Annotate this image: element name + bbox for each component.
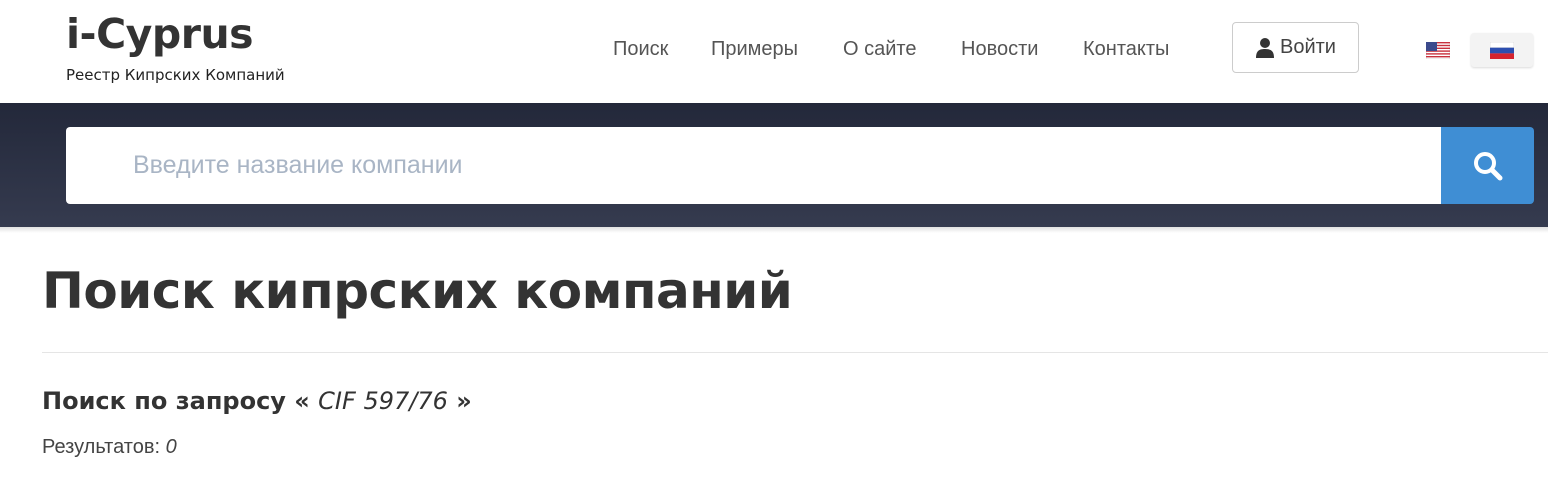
search-query-heading: Поиск по запросу « CIF 597/76 » — [42, 385, 472, 417]
language-en[interactable] — [1407, 33, 1469, 67]
results-summary: Результатов: 0 — [42, 434, 177, 460]
nav-link-examples[interactable]: Примеры — [711, 36, 798, 62]
login-button[interactable]: Войти — [1232, 22, 1359, 73]
query-prefix: Поиск по запросу « — [42, 387, 310, 415]
search-button[interactable] — [1441, 127, 1534, 204]
band-shadow — [0, 227, 1548, 233]
site-header: i-Cyprus Реестр Кипрских Компаний Поиск … — [0, 0, 1548, 103]
results-count: 0 — [165, 436, 177, 458]
login-label: Войти — [1280, 36, 1336, 58]
results-label: Результатов: — [42, 436, 161, 458]
site-tagline: Реестр Кипрских Компаний — [66, 66, 285, 84]
nav-link-about[interactable]: О сайте — [843, 36, 916, 62]
query-suffix: » — [456, 387, 472, 415]
language-ru[interactable] — [1471, 33, 1533, 67]
search-band — [0, 103, 1548, 227]
divider — [42, 352, 1548, 353]
user-icon — [1256, 38, 1275, 58]
site-logo[interactable]: i-Cyprus — [66, 8, 254, 60]
us-flag-icon — [1426, 41, 1450, 59]
page-title: Поиск кипрских компаний — [42, 262, 793, 320]
nav-link-search[interactable]: Поиск — [613, 36, 668, 62]
nav-link-news[interactable]: Новости — [961, 36, 1038, 62]
ru-flag-icon — [1490, 41, 1514, 59]
company-search-input[interactable] — [66, 127, 1441, 204]
nav-link-contacts[interactable]: Контакты — [1083, 36, 1169, 62]
query-term: CIF 597/76 — [318, 387, 448, 415]
search-icon — [1473, 151, 1502, 180]
